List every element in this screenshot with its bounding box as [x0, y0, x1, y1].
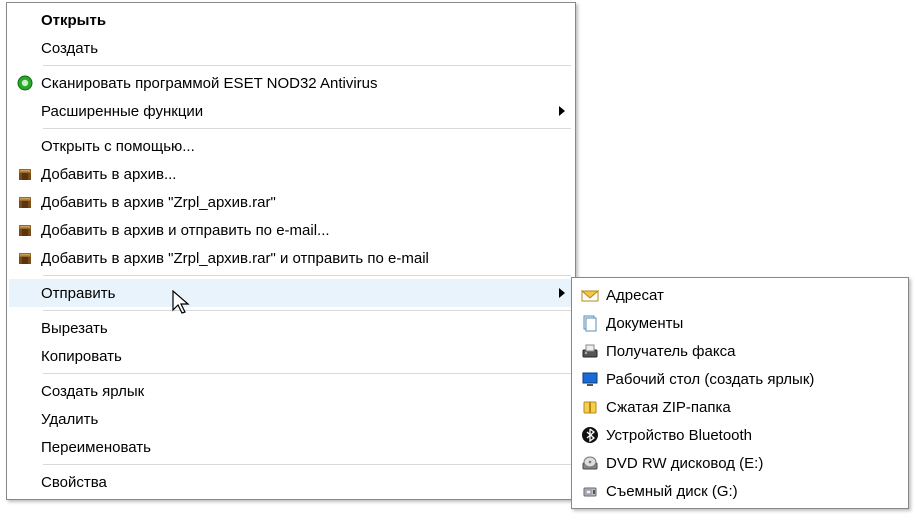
menu-item-label: Отправить [41, 285, 573, 302]
menu-item-cut[interactable]: Вырезать [9, 314, 573, 342]
menu-item-rename[interactable]: Переименовать [9, 433, 573, 461]
usb-icon [574, 482, 606, 500]
menu-item-label: Добавить в архив "Zrpl_архив.rar" и отпр… [41, 250, 573, 267]
menu-item-label: Сжатая ZIP-папка [606, 399, 906, 416]
menu-item-open[interactable]: Открыть [9, 6, 573, 34]
menu-item-label: DVD RW дисковод (E:) [606, 455, 906, 472]
menu-item-label: Переименовать [41, 439, 573, 456]
menu-item-label: Открыть [41, 12, 573, 29]
menu-item-label: Сканировать программой ESET NOD32 Antivi… [41, 75, 573, 92]
winrar-icon [9, 166, 41, 182]
menu-separator [43, 464, 571, 465]
menu-item-delete[interactable]: Удалить [9, 405, 573, 433]
zip-icon [574, 398, 606, 416]
winrar-icon [9, 250, 41, 266]
menu-item-label: Создать ярлык [41, 383, 573, 400]
menu-item-label: Открыть с помощью... [41, 138, 573, 155]
menu-separator [43, 65, 571, 66]
submenu-item-zip[interactable]: Сжатая ZIP-папка [574, 393, 906, 421]
winrar-icon [9, 194, 41, 210]
submenu-item-mail-recipient[interactable]: Адресат [574, 281, 906, 309]
menu-item-create-shortcut[interactable]: Создать ярлык [9, 377, 573, 405]
mail-icon [574, 286, 606, 304]
submenu-arrow-icon [559, 288, 565, 298]
bluetooth-icon [574, 426, 606, 444]
menu-item-label: Расширенные функции [41, 103, 573, 120]
submenu-item-removable-disk[interactable]: Съемный диск (G:) [574, 477, 906, 505]
send-to-submenu[interactable]: Адресат Документы Получатель факса Рабоч… [571, 277, 909, 509]
menu-separator [43, 128, 571, 129]
menu-item-label: Добавить в архив "Zrpl_архив.rar" [41, 194, 573, 211]
menu-separator [43, 373, 571, 374]
menu-item-add-named-archive-email[interactable]: Добавить в архив "Zrpl_архив.rar" и отпр… [9, 244, 573, 272]
menu-item-eset-scan[interactable]: Сканировать программой ESET NOD32 Antivi… [9, 69, 573, 97]
desktop-icon [574, 370, 606, 388]
menu-item-label: Добавить в архив... [41, 166, 573, 183]
menu-item-label: Устройство Bluetooth [606, 427, 906, 444]
menu-separator [43, 275, 571, 276]
submenu-item-bluetooth[interactable]: Устройство Bluetooth [574, 421, 906, 449]
menu-item-add-archive-email[interactable]: Добавить в архив и отправить по e-mail..… [9, 216, 573, 244]
menu-item-label: Рабочий стол (создать ярлык) [606, 371, 906, 388]
submenu-item-fax[interactable]: Получатель факса [574, 337, 906, 365]
submenu-item-desktop-shortcut[interactable]: Рабочий стол (создать ярлык) [574, 365, 906, 393]
menu-item-label: Вырезать [41, 320, 573, 337]
documents-icon [574, 314, 606, 332]
menu-item-add-archive[interactable]: Добавить в архив... [9, 160, 573, 188]
winrar-icon [9, 222, 41, 238]
menu-item-open-with[interactable]: Открыть с помощью... [9, 132, 573, 160]
menu-item-label: Копировать [41, 348, 573, 365]
menu-item-properties[interactable]: Свойства [9, 468, 573, 496]
context-menu[interactable]: Открыть Создать Сканировать программой E… [6, 2, 576, 500]
menu-item-copy[interactable]: Копировать [9, 342, 573, 370]
menu-item-label: Получатель факса [606, 343, 906, 360]
menu-item-label: Свойства [41, 474, 573, 491]
eset-icon [9, 75, 41, 91]
menu-item-label: Удалить [41, 411, 573, 428]
menu-item-label: Съемный диск (G:) [606, 483, 906, 500]
menu-item-label: Адресат [606, 287, 906, 304]
menu-item-advanced[interactable]: Расширенные функции [9, 97, 573, 125]
fax-icon [574, 342, 606, 360]
submenu-item-dvd-drive[interactable]: DVD RW дисковод (E:) [574, 449, 906, 477]
submenu-arrow-icon [559, 106, 565, 116]
menu-item-send-to[interactable]: Отправить [9, 279, 573, 307]
menu-item-add-named-archive[interactable]: Добавить в архив "Zrpl_архив.rar" [9, 188, 573, 216]
menu-item-label: Создать [41, 40, 573, 57]
menu-item-create[interactable]: Создать [9, 34, 573, 62]
menu-separator [43, 310, 571, 311]
menu-item-label: Добавить в архив и отправить по e-mail..… [41, 222, 573, 239]
dvd-icon [574, 454, 606, 472]
submenu-item-documents[interactable]: Документы [574, 309, 906, 337]
menu-item-label: Документы [606, 315, 906, 332]
